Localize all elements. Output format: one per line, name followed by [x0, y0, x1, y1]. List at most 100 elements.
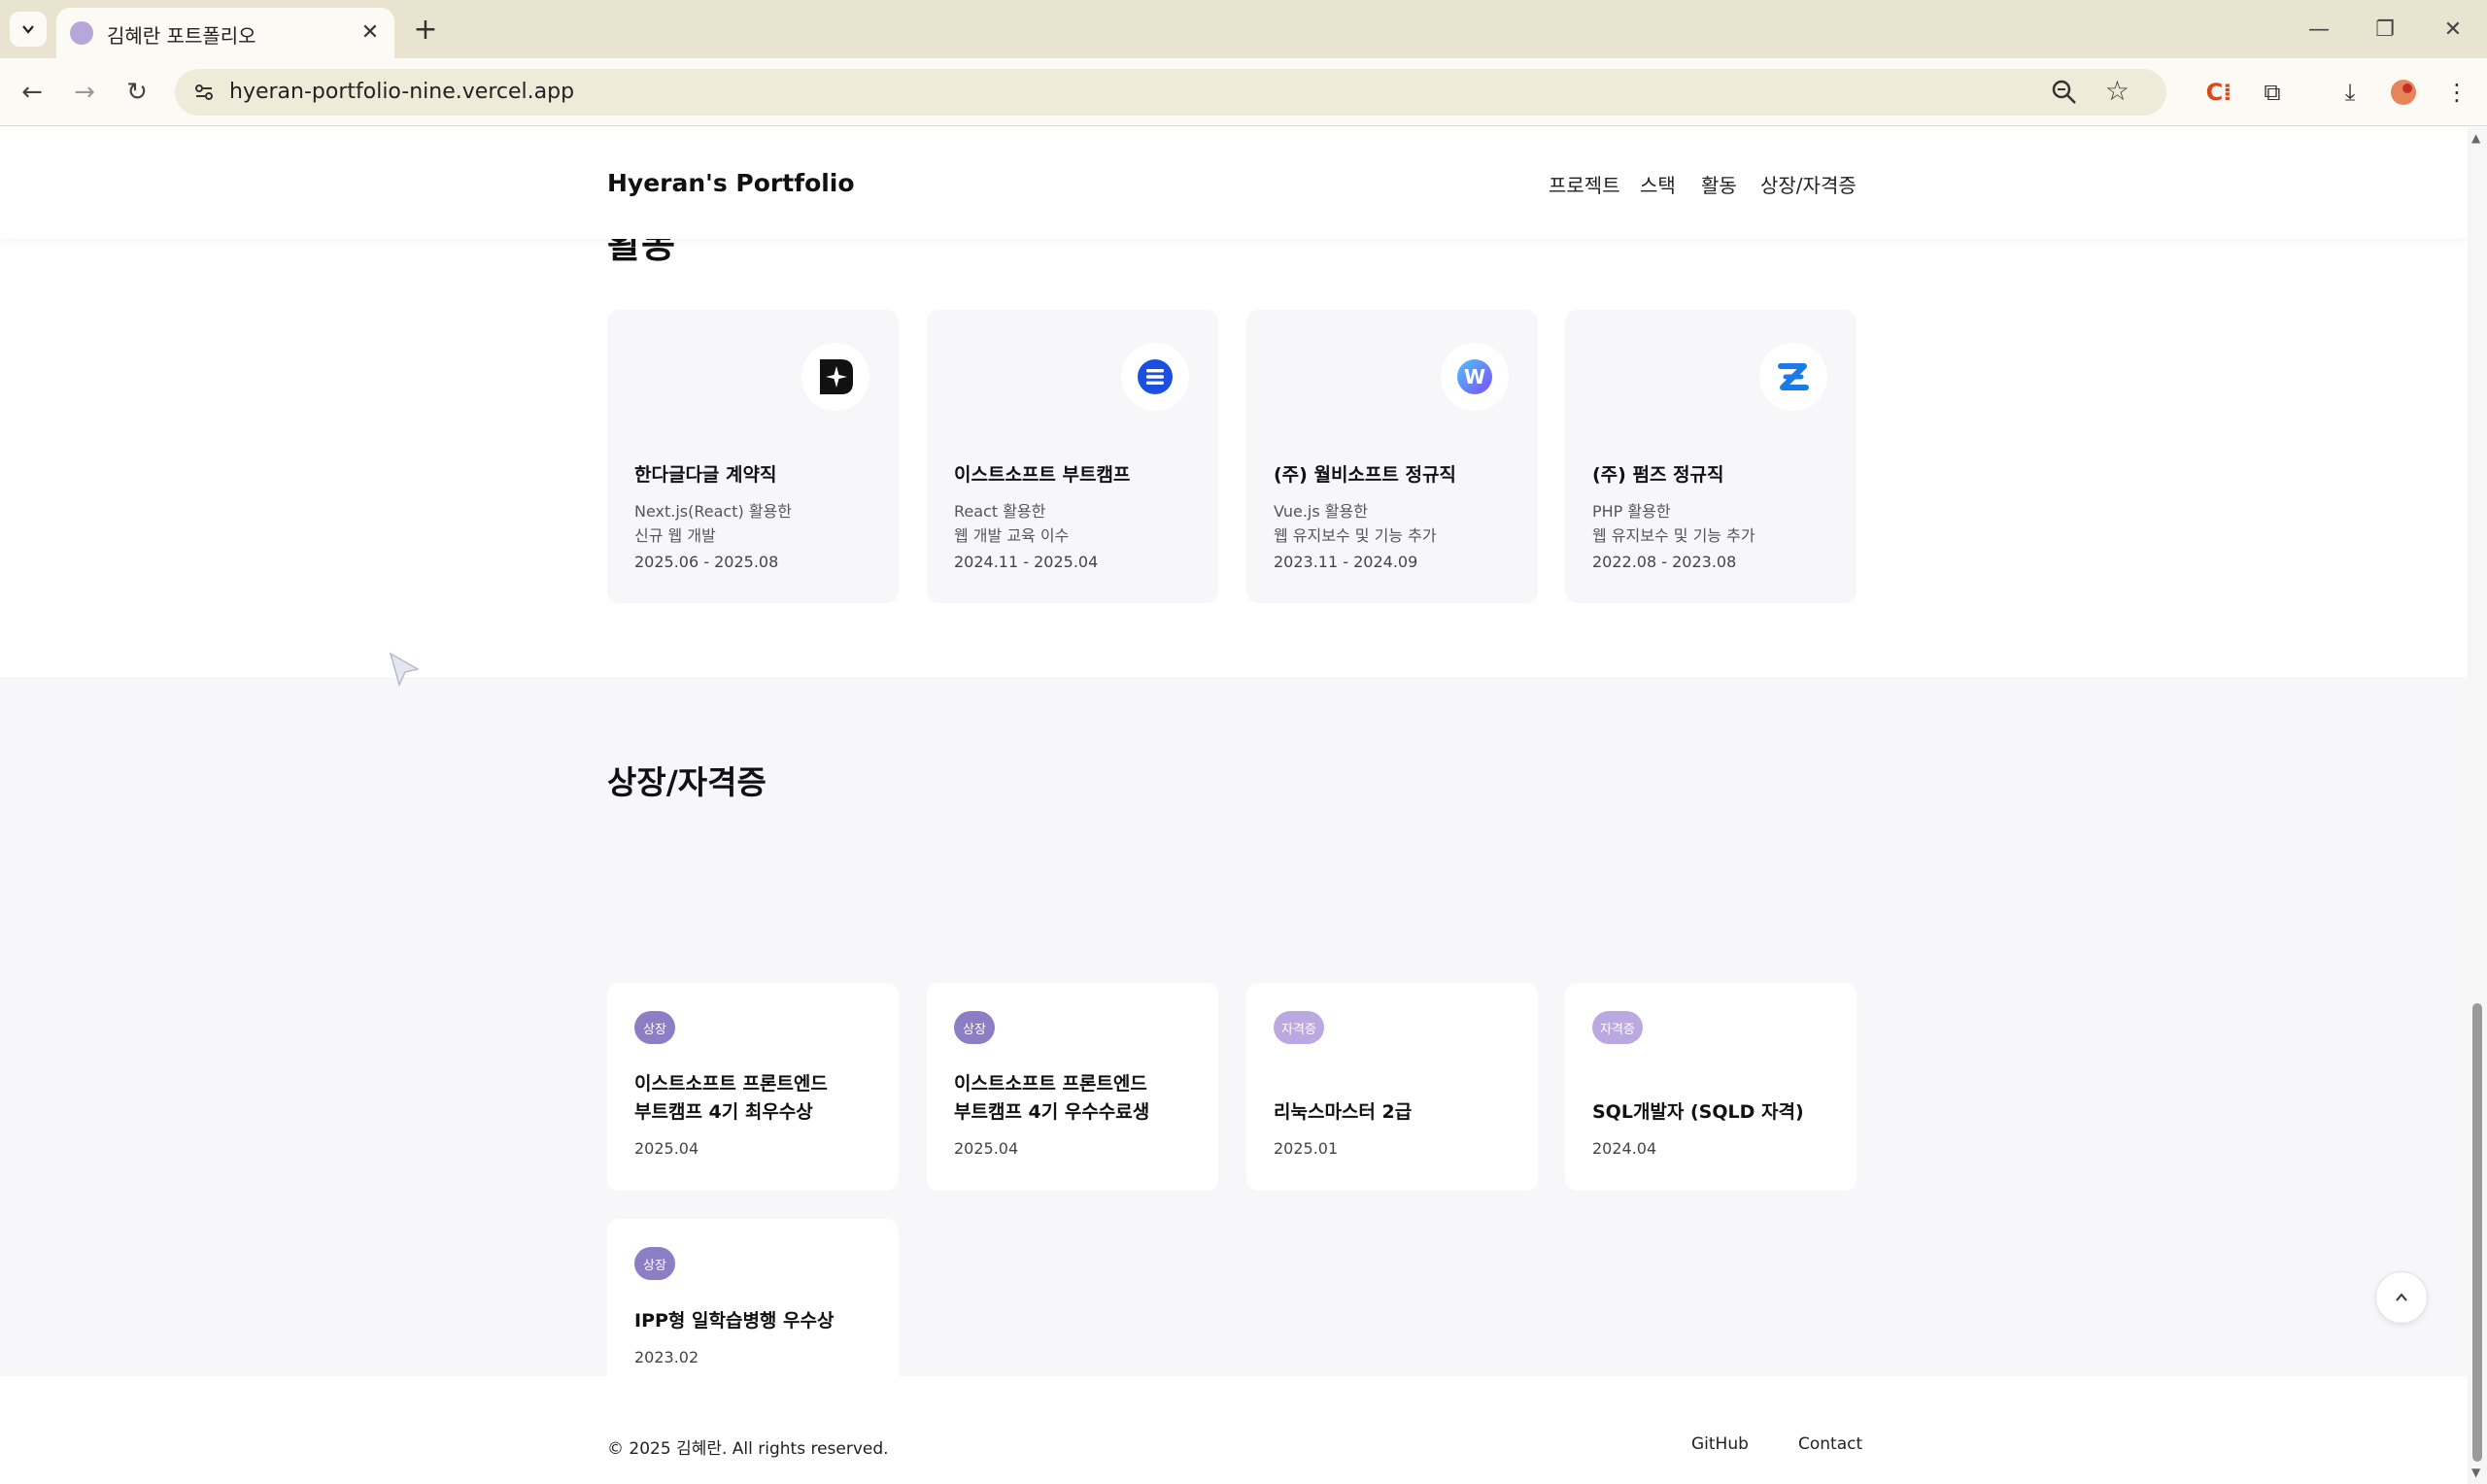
tab-close-icon[interactable]: ✕: [356, 17, 385, 47]
activity-title: 이스트소프트 부트캠프: [954, 464, 1131, 486]
reload-icon[interactable]: ↻: [117, 72, 157, 113]
award-card[interactable]: 상장 이스트소프트 프론트엔드 부트캠프 4기 최우수상 2025.04: [607, 983, 899, 1191]
download-icon[interactable]: ⤓: [2332, 74, 2368, 111]
activity-desc-line: Next.js(React) 활용한: [634, 502, 792, 521]
browser-menu-icon[interactable]: ⋮: [2438, 74, 2475, 111]
award-date: 2023.02: [634, 1348, 699, 1366]
activity-period: 2024.11 - 2025.04: [954, 553, 1099, 571]
chevron-down-icon: [22, 25, 34, 34]
page-scrollbar[interactable]: ▲ ▼: [2468, 127, 2487, 1484]
mouse-cursor-icon: [389, 652, 421, 688]
activity-title: (주) 월비소프트 정규직: [1274, 464, 1456, 486]
new-tab-button[interactable]: +: [408, 12, 443, 47]
awards-heading: 상장/자격증: [607, 763, 767, 801]
award-title-line: IPP형 일학습병행 우수상: [634, 1310, 835, 1332]
award-title-line: 이스트소프트 프론트엔드: [954, 1073, 1147, 1095]
extension-c-icon[interactable]: C⁞: [2200, 74, 2237, 111]
awards-section: 상장/자격증 상장 이스트소프트 프론트엔드 부트캠프 4기 최우수상 2025…: [0, 677, 2468, 1400]
estsoft-logo-icon: [1121, 343, 1189, 411]
award-badge: 상장: [634, 1247, 675, 1280]
footer-github-link[interactable]: GitHub: [1691, 1434, 1749, 1454]
footer-contact-link[interactable]: Contact: [1798, 1434, 1862, 1454]
award-title: SQL개발자 (SQLD 자격): [1592, 1098, 1804, 1127]
award-date: 2025.04: [954, 1139, 1019, 1158]
back-icon[interactable]: ←: [12, 72, 52, 113]
browser-tab-bar: 김혜란 포트폴리오 ✕ + — ❐ ✕: [0, 0, 2487, 58]
wolbisoft-logo-icon: W: [1441, 343, 1509, 411]
nav-activities[interactable]: 활동: [1701, 170, 1737, 198]
activity-title: 한다글다글 계약직: [634, 464, 777, 486]
award-title-line: SQL개발자 (SQLD 자격): [1592, 1101, 1804, 1123]
close-window-icon[interactable]: ✕: [2429, 10, 2477, 49]
back-to-top-button[interactable]: [2375, 1271, 2428, 1324]
activity-desc-line: Vue.js 활용한: [1274, 502, 1368, 521]
activity-title: (주) 펌즈 정규직: [1592, 464, 1724, 486]
site-header: Hyeran's Portfolio 프로젝트 스택 활동 상장/자격증: [0, 127, 2468, 239]
profile-avatar-icon[interactable]: [2385, 74, 2422, 111]
award-title-line: 부트캠프 4기 우수수료생: [954, 1101, 1150, 1123]
activity-card[interactable]: (주) 펌즈 정규직 PHP 활용한 웹 유지보수 및 기능 추가 2022.0…: [1565, 310, 1857, 603]
scroll-down-arrow-icon[interactable]: ▼: [2471, 1466, 2480, 1479]
activity-desc-line: PHP 활용한: [1592, 502, 1671, 521]
cert-badge: 자격증: [1274, 1011, 1324, 1044]
svg-text:W: W: [1464, 365, 1485, 388]
award-card[interactable]: 자격증 SQL개발자 (SQLD 자격) 2024.04: [1565, 983, 1857, 1191]
activity-period: 2025.06 - 2025.08: [634, 553, 779, 571]
tab-favicon-icon: [70, 21, 93, 45]
activity-desc-line: 신규 웹 개발: [634, 526, 716, 545]
activity-desc-line: React 활용한: [954, 502, 1046, 521]
award-date: 2025.04: [634, 1139, 699, 1158]
tab-title: 김혜란 포트폴리오: [107, 24, 256, 48]
tab-list-button[interactable]: [10, 12, 47, 47]
handageulda-logo-icon: [801, 343, 869, 411]
award-card[interactable]: 상장 이스트소프트 프론트엔드 부트캠프 4기 우수수료생 2025.04: [927, 983, 1218, 1191]
site-info-icon[interactable]: [187, 75, 221, 110]
cert-badge: 자격증: [1592, 1011, 1643, 1044]
page-viewport: Hyeran's Portfolio 프로젝트 스택 활동 상장/자격증 활동 …: [0, 127, 2468, 1484]
activity-card[interactable]: W (주) 월비소프트 정규직 Vue.js 활용한 웹 유지보수 및 기능 추…: [1246, 310, 1538, 603]
award-date: 2024.04: [1592, 1139, 1657, 1158]
scroll-up-arrow-icon[interactable]: ▲: [2471, 131, 2480, 145]
firmz-logo-icon: [1759, 343, 1827, 411]
address-bar[interactable]: hyeran-portfolio-nine.vercel.app ☆: [175, 69, 2166, 116]
award-title: IPP형 일학습병행 우수상: [634, 1307, 834, 1335]
forward-icon[interactable]: →: [64, 72, 105, 113]
active-tab[interactable]: 김혜란 포트폴리오 ✕: [56, 8, 394, 58]
activity-card[interactable]: 한다글다글 계약직 Next.js(React) 활용한 신규 웹 개발 202…: [607, 310, 899, 603]
nav-projects[interactable]: 프로젝트: [1549, 170, 1620, 198]
url-text: hyeran-portfolio-nine.vercel.app: [229, 80, 575, 104]
activity-desc-line: 웹 유지보수 및 기능 추가: [1592, 526, 1755, 545]
activity-card[interactable]: 이스트소프트 부트캠프 React 활용한 웹 개발 교육 이수 2024.11…: [927, 310, 1218, 603]
activity-description: Next.js(React) 활용한 신규 웹 개발: [634, 499, 792, 548]
chevron-up-icon: [2396, 1293, 2407, 1301]
browser-toolbar: ← → ↻ hyeran-portfolio-nine.vercel.app ☆…: [0, 58, 2487, 126]
award-card[interactable]: 상장 IPP형 일학습병행 우수상 2023.02: [607, 1219, 899, 1400]
award-badge: 상장: [954, 1011, 995, 1044]
restore-icon[interactable]: ❐: [2361, 10, 2409, 49]
activity-period: 2022.08 - 2023.08: [1592, 553, 1737, 571]
activity-description: Vue.js 활용한 웹 유지보수 및 기능 추가: [1274, 499, 1437, 548]
activity-desc-line: 웹 개발 교육 이수: [954, 526, 1070, 545]
award-badge: 상장: [634, 1011, 675, 1044]
copyright-text: © 2025 김혜란. All rights reserved.: [607, 1439, 889, 1459]
extensions-puzzle-icon[interactable]: ⧉: [2254, 74, 2291, 111]
activity-description: React 활용한 웹 개발 교육 이수: [954, 499, 1069, 548]
activity-period: 2023.11 - 2024.09: [1274, 553, 1418, 571]
award-title: 리눅스마스터 2급: [1274, 1098, 1412, 1127]
bookmark-star-icon[interactable]: ☆: [2105, 75, 2129, 107]
site-logo[interactable]: Hyeran's Portfolio: [607, 169, 855, 197]
award-title-line: 이스트소프트 프론트엔드: [634, 1073, 828, 1095]
nav-awards[interactable]: 상장/자격증: [1760, 170, 1857, 198]
scrollbar-thumb[interactable]: [2472, 1003, 2482, 1462]
minimize-icon[interactable]: —: [2295, 10, 2343, 49]
zoom-icon[interactable]: [2050, 78, 2079, 107]
activity-desc-line: 웹 유지보수 및 기능 추가: [1274, 526, 1437, 545]
award-card[interactable]: 자격증 리눅스마스터 2급 2025.01: [1246, 983, 1538, 1191]
award-title-line: 부트캠프 4기 최우수상: [634, 1101, 813, 1123]
award-title-line: 리눅스마스터 2급: [1274, 1101, 1413, 1123]
award-title: 이스트소프트 프론트엔드 부트캠프 4기 최우수상: [634, 1070, 828, 1127]
site-footer: © 2025 김혜란. All rights reserved. GitHub …: [0, 1376, 2468, 1484]
nav-stack[interactable]: 스택: [1640, 170, 1676, 198]
award-date: 2025.01: [1274, 1139, 1339, 1158]
award-title: 이스트소프트 프론트엔드 부트캠프 4기 우수수료생: [954, 1070, 1149, 1127]
